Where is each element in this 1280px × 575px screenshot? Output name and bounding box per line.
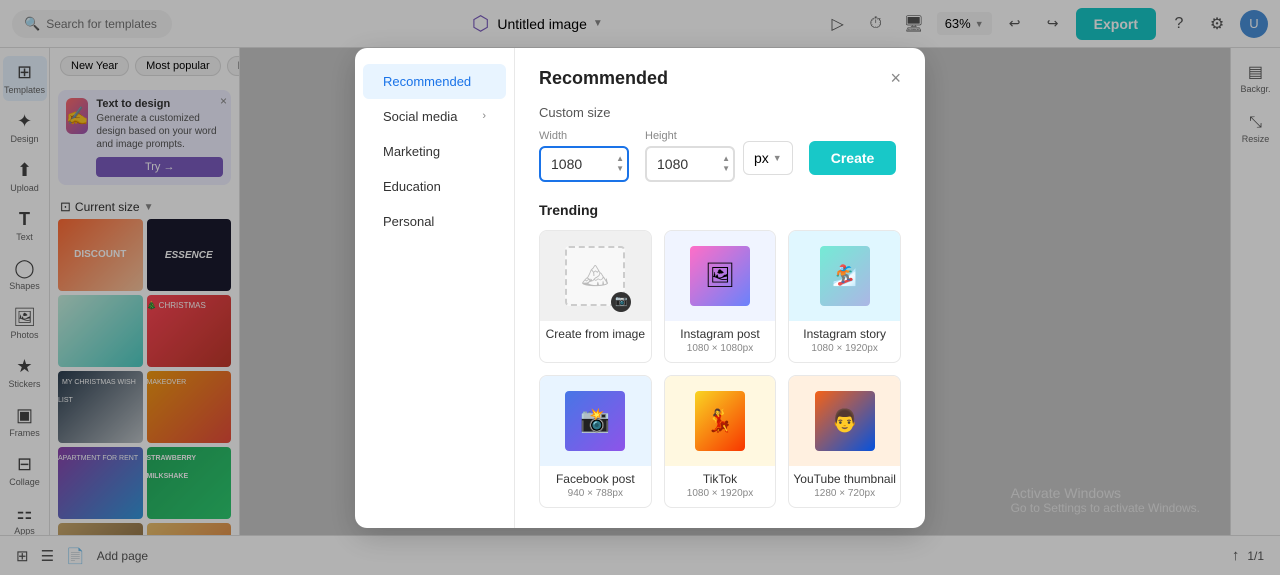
height-field-container: ▲ ▼ [645,146,735,182]
custom-size-label: Custom size [539,105,901,120]
modal-sidebar-item-education[interactable]: Education [363,169,506,204]
chevron-right-icon: › [482,110,486,122]
modal-sidebar: Recommended Social media › Marketing Edu… [355,48,515,528]
modal-header: Recommended × [539,68,901,89]
height-stepper: ▲ ▼ [721,154,731,174]
trending-card-instagram-post[interactable]: 🖼 Instagram post 1080 × 1080px [664,230,777,363]
youtube-preview: 👨 [815,391,875,451]
camera-icon: 📷 [611,292,631,312]
height-increment-button[interactable]: ▲ [721,154,731,164]
sidebar-education-label: Education [383,179,441,194]
trending-label: Trending [539,202,901,218]
facebook-post-preview: 📸 [565,391,625,451]
trending-thumb-youtube: 👨 [789,376,900,466]
width-label: Width [539,130,567,142]
modal-sidebar-item-recommended[interactable]: Recommended [363,64,506,99]
sidebar-recommended-label: Recommended [383,74,471,89]
instagram-story-label: Instagram story [789,321,900,343]
youtube-thumbnail-size: 1280 × 720px [789,488,900,507]
width-increment-button[interactable]: ▲ [615,154,625,164]
trending-grid: 🏔 📷 Create from image 🖼 Instagram post [539,230,901,508]
trending-card-instagram-story[interactable]: 🏂 Instagram story 1080 × 1920px [788,230,901,363]
trending-card-youtube-thumbnail[interactable]: 👨 YouTube thumbnail 1280 × 720px [788,375,901,508]
unit-value: px [754,150,769,166]
width-input-wrap: Width ▲ ▼ [539,146,629,182]
sidebar-marketing-label: Marketing [383,144,440,159]
create-from-image-icon: 🏔 📷 [565,246,625,306]
modal-overlay[interactable]: Recommended Social media › Marketing Edu… [0,0,1280,575]
modal-sidebar-item-social-media[interactable]: Social media › [363,99,506,134]
modal-close-button[interactable]: × [890,68,901,89]
create-from-image-size [540,343,651,351]
trending-thumb-tiktok: 💃 [665,376,776,466]
custom-size-row: Width ▲ ▼ Height ▲ [539,130,901,182]
create-from-image-label: Create from image [540,321,651,343]
instagram-story-preview: 🏂 [820,246,870,306]
create-button[interactable]: Create [809,141,897,175]
youtube-thumbnail-label: YouTube thumbnail [789,466,900,488]
sidebar-personal-label: Personal [383,214,434,229]
tiktok-size: 1080 × 1920px [665,488,776,507]
trending-card-tiktok[interactable]: 💃 TikTok 1080 × 1920px [664,375,777,508]
height-decrement-button[interactable]: ▼ [721,164,731,174]
trending-thumb-create-from-image: 🏔 📷 [540,231,651,321]
facebook-post-label: Facebook post [540,466,651,488]
width-decrement-button[interactable]: ▼ [615,164,625,174]
modal-main-content: Recommended × Custom size Width ▲ ▼ [515,48,925,528]
trending-card-create-from-image[interactable]: 🏔 📷 Create from image [539,230,652,363]
modal-title: Recommended [539,68,668,89]
height-input-wrap: Height ▲ ▼ [645,146,735,182]
facebook-post-size: 940 × 788px [540,488,651,507]
trending-thumb-instagram-story: 🏂 [789,231,900,321]
modal-sidebar-item-marketing[interactable]: Marketing [363,134,506,169]
unit-select[interactable]: px ▼ [743,141,793,175]
tiktok-preview: 💃 [695,391,745,451]
modal-sidebar-item-personal[interactable]: Personal [363,204,506,239]
instagram-post-label: Instagram post [665,321,776,343]
sidebar-social-label: Social media [383,109,457,124]
width-stepper: ▲ ▼ [615,154,625,174]
trending-thumb-instagram-post: 🖼 [665,231,776,321]
modal-dialog: Recommended Social media › Marketing Edu… [355,48,925,528]
trending-card-facebook-post[interactable]: 📸 Facebook post 940 × 788px [539,375,652,508]
image-placeholder-icon: 🏔 [581,263,609,289]
height-label: Height [645,130,677,142]
trending-thumb-facebook-post: 📸 [540,376,651,466]
tiktok-label: TikTok [665,466,776,488]
instagram-post-preview: 🖼 [690,246,750,306]
instagram-story-size: 1080 × 1920px [789,343,900,362]
width-field-container: ▲ ▼ [539,146,629,182]
chevron-down-icon: ▼ [773,153,782,163]
instagram-post-size: 1080 × 1080px [665,343,776,362]
